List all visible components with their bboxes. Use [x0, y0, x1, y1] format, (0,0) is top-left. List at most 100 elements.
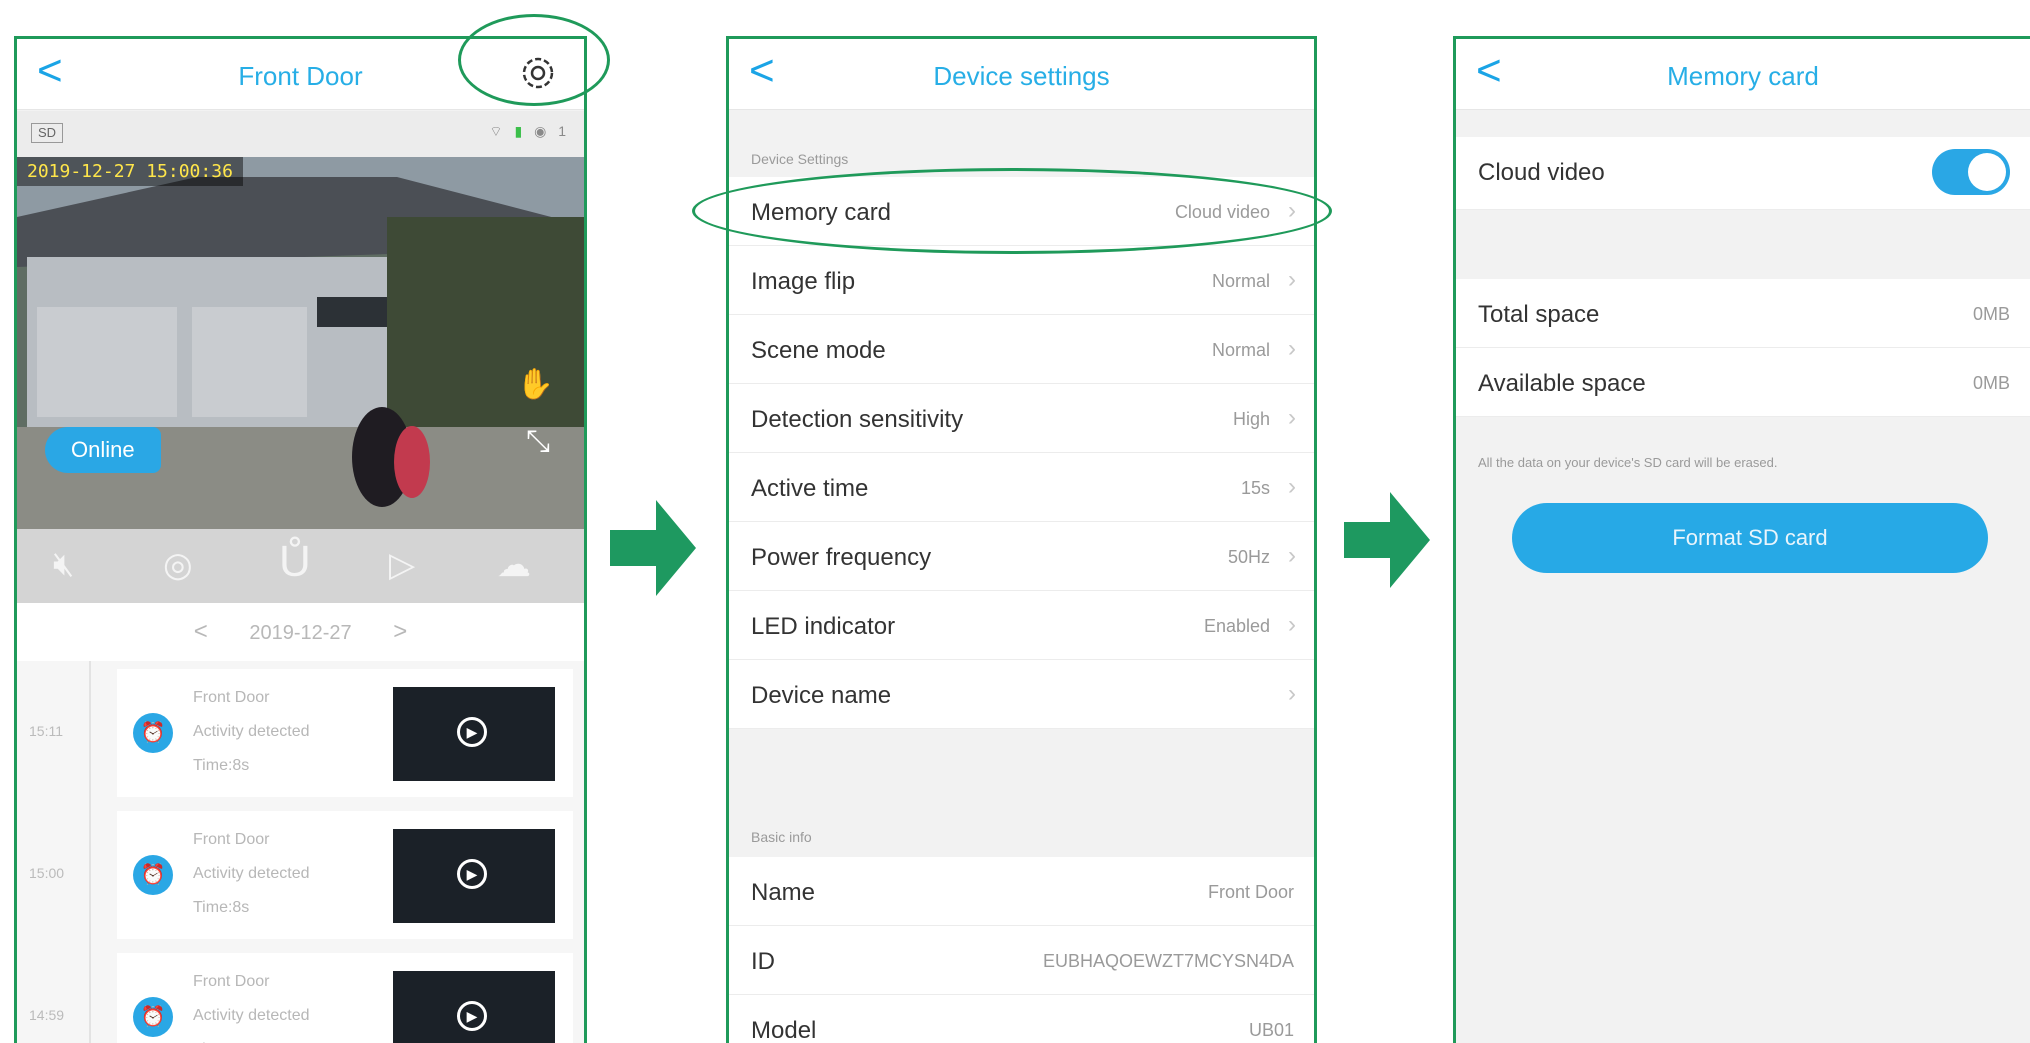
- camera-icon[interactable]: ◎: [163, 545, 193, 585]
- setting-label: Active time: [751, 475, 869, 502]
- page-title: Memory card: [1667, 61, 1819, 91]
- setting-led-indicator[interactable]: LED indicator Enabled ›: [729, 591, 1314, 660]
- expand-icon[interactable]: ⤡: [526, 425, 550, 459]
- wifi-icon: ⌔: [489, 123, 507, 139]
- cloud-video-label: Cloud video: [1478, 159, 1605, 186]
- info-name: Name Front Door: [729, 857, 1314, 926]
- total-space-label: Total space: [1478, 301, 1600, 328]
- microphone-icon[interactable]: Ů: [279, 537, 311, 587]
- header: < Memory card: [1456, 39, 2030, 110]
- alarm-icon: ⏰: [133, 997, 173, 1037]
- info-model: Model UB01: [729, 995, 1314, 1043]
- setting-image-flip[interactable]: Image flip Normal ›: [729, 246, 1314, 315]
- event-device: Front Door: [193, 973, 270, 990]
- setting-label: Scene mode: [751, 337, 886, 364]
- info-label: ID: [751, 948, 775, 975]
- chevron-right-icon: ›: [1288, 335, 1296, 362]
- setting-value: High: [1232, 409, 1270, 429]
- front-door-screen: < Front Door SD ⌔ ▮ ◉ 1 2019-12-27 15:00…: [14, 36, 587, 1043]
- live-video[interactable]: 2019-12-27 15:00:36 Online ✋ ⤡: [17, 157, 584, 529]
- alarm-icon: ⏰: [133, 713, 173, 753]
- play-icon[interactable]: ▶: [457, 859, 487, 889]
- setting-label: Detection sensitivity: [751, 406, 964, 433]
- event-duration: Time:8s: [193, 757, 250, 774]
- event-duration: Time:8s: [193, 1033, 310, 1043]
- chevron-right-icon: ›: [1288, 542, 1296, 569]
- event-item[interactable]: ⏰ Front Door Activity detected Time:8s ▶: [117, 953, 573, 1043]
- event-details: Front Door Activity detected Time:8s: [193, 965, 310, 1043]
- hand-icon[interactable]: ✋: [517, 367, 554, 402]
- record-icon[interactable]: ▷: [389, 545, 415, 585]
- video-scene: [17, 157, 584, 529]
- toggle-knob: [1968, 153, 2006, 191]
- cloud-icon[interactable]: ☁: [497, 545, 531, 585]
- play-icon[interactable]: ▶: [457, 717, 487, 747]
- event-time: 14:59: [29, 1007, 65, 1023]
- event-time: 15:11: [29, 723, 63, 739]
- info-label: Name: [751, 879, 816, 906]
- setting-label: Image flip: [751, 268, 856, 295]
- total-space-row: Total space 0MB: [1456, 279, 2030, 348]
- event-time: 15:00: [29, 865, 65, 881]
- highlight-circle-memory-card: [692, 168, 1332, 254]
- prev-date-button[interactable]: <: [194, 618, 208, 645]
- available-space-label: Available space: [1478, 370, 1646, 397]
- setting-value: 50Hz: [1227, 547, 1270, 567]
- event-thumbnail[interactable]: ▶: [393, 829, 555, 923]
- play-icon[interactable]: ▶: [457, 1001, 487, 1031]
- mute-icon[interactable]: 🔇︎: [53, 545, 74, 584]
- setting-value: Enabled: [1203, 616, 1270, 636]
- setting-device-name[interactable]: Device name ›: [729, 660, 1314, 729]
- event-device: Front Door: [193, 689, 270, 706]
- battery-icon: ▮: [514, 123, 527, 139]
- cloud-video-toggle[interactable]: [1932, 149, 2010, 195]
- event-thumbnail[interactable]: ▶: [393, 687, 555, 781]
- video-timestamp: 2019-12-27 15:00:36: [17, 157, 243, 186]
- setting-value: Normal: [1211, 340, 1270, 360]
- setting-detection-sensitivity[interactable]: Detection sensitivity High ›: [729, 384, 1314, 453]
- chevron-right-icon: ›: [1288, 473, 1296, 500]
- setting-value: Normal: [1211, 271, 1270, 291]
- video-controls: 🔇︎ ◎ Ů ▷ ☁: [17, 529, 584, 603]
- cloud-video-row: Cloud video: [1456, 137, 2030, 210]
- viewers-icon: ◉ 1: [534, 123, 570, 139]
- info-value: Front Door: [1207, 882, 1294, 902]
- section-device-settings: Device Settings: [751, 151, 849, 167]
- info-id: ID EUBHAQOEWZT7MCYSN4DA: [729, 926, 1314, 995]
- signal-status: ⌔ ▮ ◉ 1: [489, 123, 570, 141]
- event-activity: Activity detected: [193, 1007, 310, 1024]
- available-space-value: 0MB: [1972, 373, 2010, 393]
- event-timeline: 15:11 ⏰ Front Door Activity detected Tim…: [17, 661, 584, 1043]
- setting-label: Power frequency: [751, 544, 932, 571]
- setting-scene-mode[interactable]: Scene mode Normal ›: [729, 315, 1314, 384]
- event-item[interactable]: ⏰ Front Door Activity detected Time:8s ▶: [117, 669, 573, 797]
- chevron-right-icon: ›: [1288, 680, 1296, 707]
- event-details: Front Door Activity detected Time:8s: [193, 823, 310, 925]
- highlight-circle-settings: [458, 14, 610, 106]
- setting-active-time[interactable]: Active time 15s ›: [729, 453, 1314, 522]
- quality-badge[interactable]: SD: [31, 123, 64, 143]
- chevron-right-icon: ›: [1288, 266, 1296, 293]
- format-sd-card-button[interactable]: Format SD card: [1512, 503, 1988, 573]
- available-space-row: Available space 0MB: [1456, 348, 2030, 417]
- next-date-button[interactable]: >: [393, 618, 407, 645]
- memory-card-screen: < Memory card Cloud video Total space 0M…: [1453, 36, 2030, 1043]
- event-details: Front Door Activity detected Time:8s: [193, 681, 310, 783]
- status-bar: SD ⌔ ▮ ◉ 1: [17, 111, 584, 157]
- timeline-line: [89, 661, 91, 1043]
- current-date: 2019-12-27: [249, 622, 352, 644]
- chevron-right-icon: ›: [1288, 611, 1296, 638]
- erase-warning: All the data on your device's SD card wi…: [1478, 455, 1778, 470]
- page-title: Device settings: [933, 61, 1110, 91]
- setting-power-frequency[interactable]: Power frequency 50Hz ›: [729, 522, 1314, 591]
- info-value: EUBHAQOEWZT7MCYSN4DA: [1042, 951, 1294, 971]
- section-basic-info: Basic info: [751, 829, 812, 845]
- arrow-right-icon: [610, 500, 696, 596]
- event-thumbnail[interactable]: ▶: [393, 971, 555, 1043]
- event-item[interactable]: ⏰ Front Door Activity detected Time:8s ▶: [117, 811, 573, 939]
- setting-label: LED indicator: [751, 613, 896, 640]
- event-activity: Activity detected: [193, 865, 310, 882]
- setting-label: Device name: [751, 682, 892, 709]
- setting-value: 15s: [1240, 478, 1270, 498]
- arrow-right-icon: [1344, 492, 1430, 588]
